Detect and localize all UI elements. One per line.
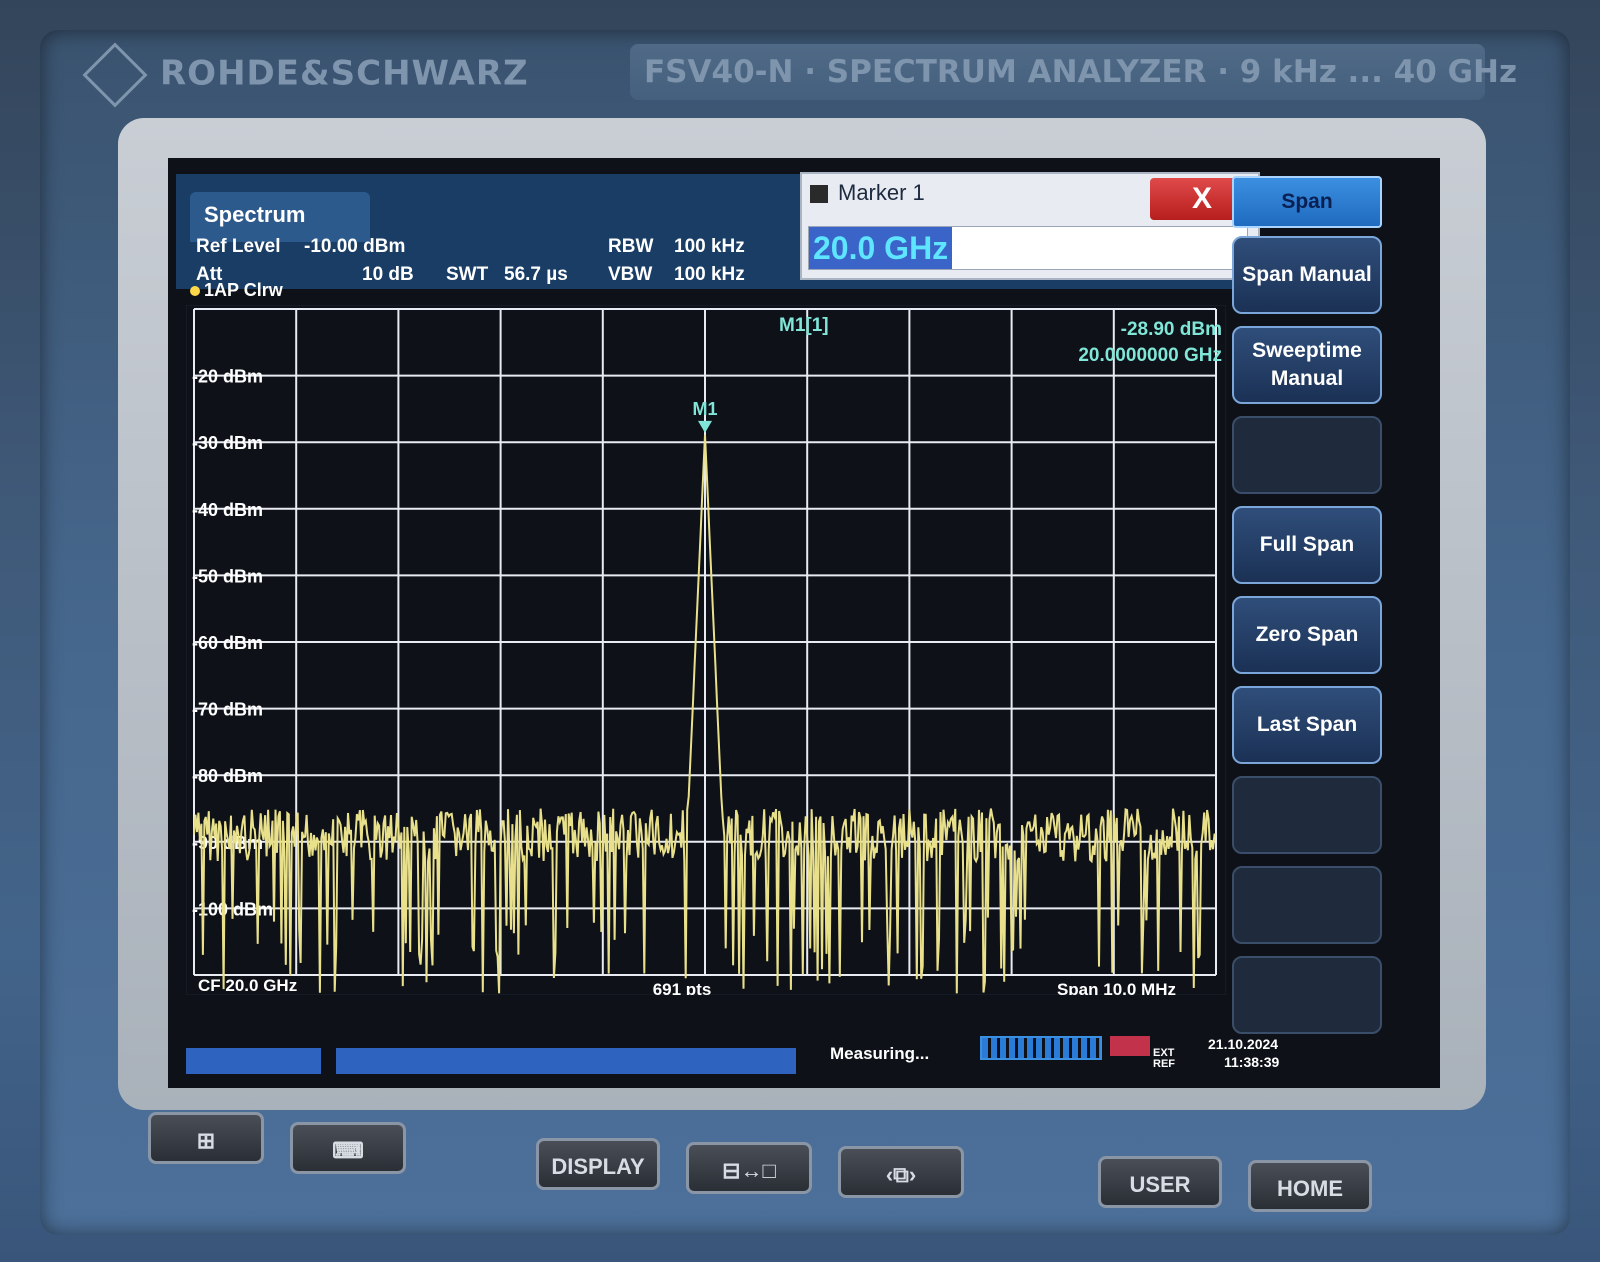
- softkey-sweeptime-manual[interactable]: Sweeptime Manual: [1232, 326, 1382, 404]
- trace-indicator: 1AP Clrw: [190, 280, 283, 301]
- marker-frequency-input[interactable]: 20.0 GHz: [808, 226, 1248, 270]
- split-screen-icon: ⊟↔□: [722, 1158, 776, 1183]
- windows-button[interactable]: ⊞: [148, 1112, 264, 1164]
- softkey-last-span[interactable]: Last Span: [1232, 686, 1382, 764]
- y-tick-label: -80 dBm: [192, 766, 263, 786]
- trace-dot-icon: [190, 286, 200, 296]
- swt-label: SWT: [446, 264, 489, 285]
- rs-logo-icon: [82, 42, 148, 108]
- keyboard-button[interactable]: ⌨: [290, 1122, 406, 1174]
- softkey-zero-span[interactable]: Zero Span: [1232, 596, 1382, 674]
- marker-readout-level: -28.90 dBm: [1121, 319, 1222, 340]
- marker-dialog: Marker 1 X 20.0 GHz: [800, 172, 1260, 280]
- status-segment-left: [186, 1048, 321, 1074]
- y-tick-label: -40 dBm: [192, 500, 263, 520]
- marker-icon: [810, 185, 828, 204]
- y-tick-label: -30 dBm: [192, 433, 263, 453]
- softkey-empty-1[interactable]: [1232, 416, 1382, 494]
- vbw-label: VBW: [608, 264, 653, 285]
- marker-readout-name: M1[1]: [779, 315, 829, 336]
- y-tick-label: -50 dBm: [192, 566, 263, 586]
- y-tick-label: -20 dBm: [192, 367, 263, 387]
- ext-ref-indicator: [1110, 1036, 1150, 1056]
- softkey-menu-span: Span: [1232, 176, 1382, 228]
- ref-level-value: -10.00 dBm: [304, 236, 406, 257]
- swt-value: 56.7 µs: [504, 264, 568, 285]
- softkey-empty-4[interactable]: [1232, 956, 1382, 1034]
- windows-icon: ⊞: [196, 1128, 216, 1153]
- tab-spectrum[interactable]: Spectrum: [190, 192, 370, 242]
- sweep-progress: [980, 1036, 1102, 1060]
- measuring-status: Measuring...: [830, 1044, 930, 1063]
- status-segment-main: [336, 1048, 796, 1074]
- split-screen-button[interactable]: ⊟↔□: [686, 1142, 812, 1194]
- undock-icon: ‹⧉›: [885, 1162, 917, 1187]
- spectrum-plot: -20 dBm -30 dBm -40 dBm -50 dBm -60 dBm -70 d…: [186, 305, 1226, 995]
- marker-label: M1: [692, 399, 717, 419]
- rbw-value: 100 kHz: [674, 236, 745, 257]
- ref-level-label: Ref Level: [196, 236, 281, 257]
- brand-logo: ROHDE&SCHWARZ: [82, 42, 529, 108]
- display-button[interactable]: DISPLAY: [536, 1138, 660, 1190]
- softkey-empty-3[interactable]: [1232, 866, 1382, 944]
- ext-ref-label: EXT REF: [1153, 1047, 1175, 1070]
- softkey-empty-2[interactable]: [1232, 776, 1382, 854]
- user-button[interactable]: USER: [1098, 1156, 1222, 1208]
- vbw-value: 100 kHz: [674, 264, 745, 285]
- softkey-span-manual[interactable]: Span Manual: [1232, 236, 1382, 314]
- time-label: 11:38:39: [1224, 1054, 1280, 1070]
- marker-readout-freq: 20.0000000 GHz: [1078, 345, 1222, 366]
- att-value: 10 dB: [362, 264, 414, 285]
- softkey-full-span[interactable]: Full Span: [1232, 506, 1382, 584]
- marker-triangle-icon: [698, 420, 712, 433]
- home-button[interactable]: HOME: [1248, 1160, 1372, 1212]
- marker-m1: M1: [692, 399, 718, 433]
- span-label: Span 10.0 MHz: [1057, 980, 1176, 995]
- undock-button[interactable]: ‹⧉›: [838, 1146, 964, 1198]
- points-label: 691 pts: [653, 980, 712, 995]
- status-bar: Measuring... EXT REF 21.10.2024 11:38:39: [168, 1028, 1279, 1088]
- softkey-panel: Span Span Manual Sweeptime Manual Full S…: [1232, 172, 1402, 1052]
- rbw-label: RBW: [608, 236, 654, 257]
- model-label: FSV40-N · SPECTRUM ANALYZER · 9 kHz ... …: [630, 44, 1517, 100]
- y-tick-label: -60 dBm: [192, 633, 263, 653]
- marker-frequency-value: 20.0 GHz: [809, 227, 953, 269]
- marker-dialog-title: Marker 1: [810, 180, 925, 206]
- center-frequency-label: CF 20.0 GHz: [198, 976, 297, 995]
- keyboard-icon: ⌨: [332, 1138, 364, 1163]
- y-tick-label: -70 dBm: [192, 700, 263, 720]
